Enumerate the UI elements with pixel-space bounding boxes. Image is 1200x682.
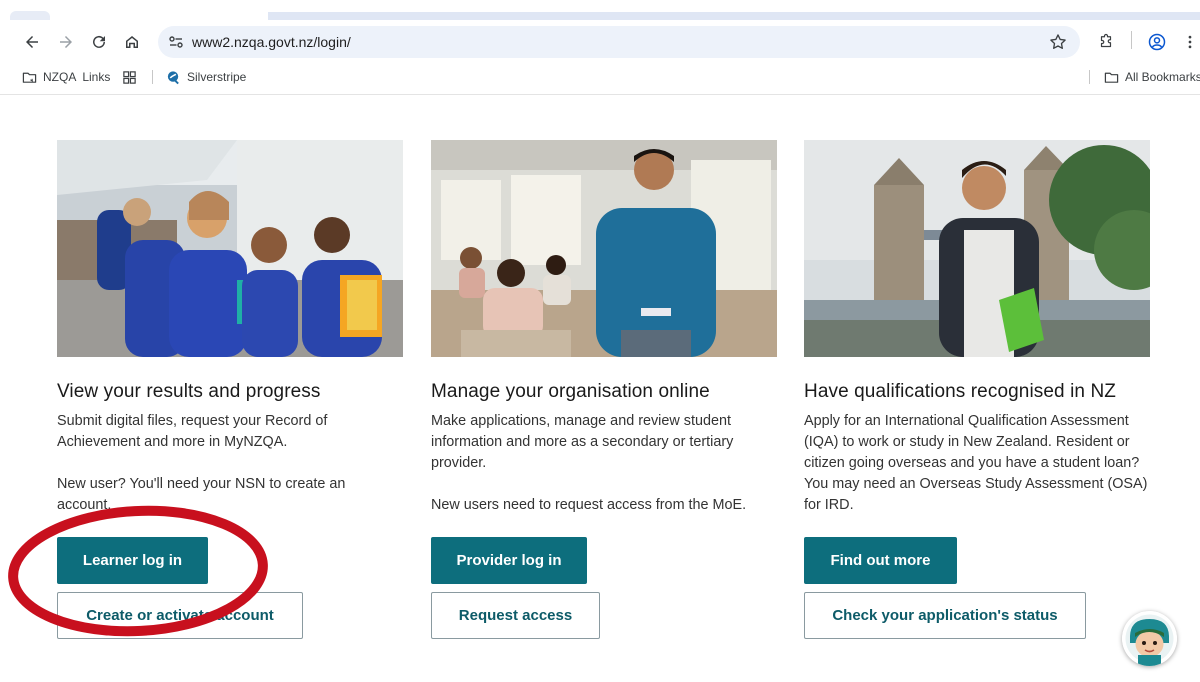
bookmark-star-icon[interactable] bbox=[1048, 32, 1068, 52]
apps-grid-icon bbox=[123, 70, 136, 84]
bookmark-apps[interactable] bbox=[122, 68, 137, 86]
home-icon[interactable] bbox=[120, 30, 144, 54]
traveller-photo bbox=[804, 140, 1150, 357]
card-learner: View your results and progress Submit di… bbox=[57, 140, 403, 516]
forward-icon[interactable] bbox=[54, 30, 78, 54]
classroom-photo bbox=[431, 140, 777, 357]
chat-assistant-avatar[interactable] bbox=[1122, 611, 1177, 666]
card-note: New user? You'll need your NSN to create… bbox=[57, 476, 346, 513]
learner-login-button[interactable]: Learner log in bbox=[57, 537, 208, 584]
card-note: New users need to request access from th… bbox=[431, 497, 747, 513]
menu-kebab-icon[interactable] bbox=[1178, 30, 1200, 54]
students-photo bbox=[57, 140, 403, 357]
card-title: Manage your organisation online bbox=[431, 381, 710, 402]
bookmark-separator bbox=[1089, 70, 1090, 84]
profile-icon[interactable] bbox=[1145, 30, 1169, 54]
all-bookmarks-label: All Bookmarks bbox=[1125, 70, 1200, 84]
card-title: View your results and progress bbox=[57, 381, 321, 402]
chrome-divider bbox=[0, 94, 1200, 95]
browser-tab[interactable] bbox=[10, 11, 50, 20]
card-description: Apply for an International Qualification… bbox=[804, 413, 1148, 513]
tab-strip bbox=[0, 0, 1200, 20]
browser-toolbar: www2.nzqa.govt.nz/login/ bbox=[0, 22, 1200, 62]
card-title: Have qualifications recognised in NZ bbox=[804, 381, 1116, 402]
bookmark-label: NZQA Links bbox=[43, 70, 111, 84]
back-icon[interactable] bbox=[20, 30, 44, 54]
provider-login-button[interactable]: Provider log in bbox=[431, 537, 587, 584]
toolbar-separator bbox=[1131, 31, 1132, 49]
check-application-status-button[interactable]: Check your application's status bbox=[804, 592, 1086, 639]
bookmark-separator bbox=[152, 70, 153, 84]
bookmark-silverstripe[interactable]: Silverstripe bbox=[166, 68, 246, 86]
find-out-more-button[interactable]: Find out more bbox=[804, 537, 957, 584]
browser-window: www2.nzqa.govt.nz/login/ NZQA Links Silv… bbox=[0, 0, 1200, 682]
bookmark-nzqa-links[interactable]: NZQA Links bbox=[22, 68, 110, 86]
address-bar[interactable]: www2.nzqa.govt.nz/login/ bbox=[158, 26, 1080, 58]
bookmark-label: Silverstripe bbox=[187, 70, 247, 84]
request-access-button[interactable]: Request access bbox=[431, 592, 600, 639]
bookmark-folder-icon bbox=[22, 72, 37, 83]
card-qualifications: Have qualifications recognised in NZ App… bbox=[804, 140, 1150, 516]
silverstripe-logo-icon bbox=[167, 70, 179, 84]
url-text[interactable]: www2.nzqa.govt.nz/login/ bbox=[192, 34, 351, 50]
all-bookmarks[interactable]: All Bookmarks bbox=[1104, 68, 1200, 86]
site-info-icon[interactable] bbox=[168, 34, 184, 50]
tab-strip-bar bbox=[268, 12, 1200, 20]
reload-icon[interactable] bbox=[87, 30, 111, 54]
extensions-icon[interactable] bbox=[1094, 30, 1118, 54]
card-provider: Manage your organisation online Make app… bbox=[431, 140, 777, 516]
create-account-button[interactable]: Create or activate account bbox=[57, 592, 303, 639]
folder-icon bbox=[1104, 72, 1119, 83]
bookmarks-bar: NZQA Links Silverstripe All Bookmarks bbox=[0, 64, 1200, 90]
card-description: Make applications, manage and review stu… bbox=[431, 413, 734, 471]
card-description: Submit digital files, request your Recor… bbox=[57, 413, 328, 450]
